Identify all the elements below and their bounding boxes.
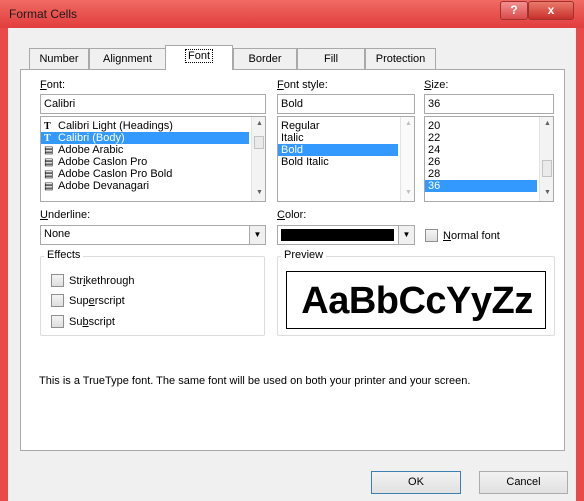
tab-font-label: Font bbox=[184, 49, 214, 63]
strikethrough-checkbox[interactable] bbox=[51, 274, 64, 287]
size-list-items: 20 22 24 26 28 36 bbox=[425, 117, 553, 192]
underline-label: Underline: bbox=[40, 209, 91, 221]
font-info-text: This is a TrueType font. The same font w… bbox=[39, 375, 471, 387]
chevron-down-icon[interactable]: ▼ bbox=[249, 226, 265, 244]
font-list-item[interactable]: T Calibri Light (Headings) bbox=[41, 120, 249, 132]
scroll-thumb[interactable] bbox=[254, 136, 264, 149]
help-button[interactable]: ? bbox=[500, 1, 528, 20]
size-list-item[interactable]: 22 bbox=[425, 132, 537, 144]
font-name-input[interactable]: Calibri bbox=[40, 94, 266, 114]
chevron-down-icon[interactable]: ▼ bbox=[398, 226, 414, 244]
size-input[interactable]: 36 bbox=[424, 94, 554, 114]
font-list-item-label: Adobe Caslon Pro bbox=[58, 156, 148, 168]
normal-font-label: Normal font bbox=[443, 230, 500, 242]
scroll-thumb[interactable] bbox=[542, 160, 552, 177]
normal-font-checkbox[interactable] bbox=[425, 229, 438, 242]
strikethrough-label: Strikethrough bbox=[69, 275, 135, 287]
font-list-item-label: Adobe Caslon Pro Bold bbox=[58, 168, 173, 180]
size-label-rest: ize: bbox=[431, 79, 449, 91]
font-list-scrollbar[interactable]: ▲ ▼ bbox=[251, 117, 265, 201]
title-bar[interactable]: Format Cells ? x bbox=[0, 0, 584, 28]
preview-box: AaBbCcYyZz bbox=[286, 271, 546, 329]
font-list-item[interactable]: ▤ Adobe Caslon Pro bbox=[41, 156, 249, 168]
subscript-label: Subscript bbox=[69, 316, 115, 328]
close-button[interactable]: x bbox=[528, 1, 574, 20]
superscript-checkbox[interactable] bbox=[51, 294, 64, 307]
size-label: Size: bbox=[424, 79, 449, 91]
underline-value: None bbox=[44, 228, 71, 240]
font-list-item-label: Calibri Light (Headings) bbox=[58, 120, 173, 132]
font-list-item[interactable]: ▤ Adobe Devanagari bbox=[41, 180, 249, 192]
tab-alignment[interactable]: Alignment bbox=[89, 48, 166, 69]
font-list-item-label: Adobe Arabic bbox=[58, 144, 124, 156]
scroll-up-icon[interactable]: ▲ bbox=[401, 120, 414, 127]
font-style-input[interactable]: Bold bbox=[277, 94, 415, 114]
printer-font-icon: ▤ bbox=[44, 181, 54, 192]
font-style-item[interactable]: Bold Italic bbox=[278, 156, 398, 168]
normal-font-label-rest: ormal font bbox=[450, 230, 500, 242]
size-list-scrollbar[interactable]: ▲ ▼ bbox=[539, 117, 553, 201]
font-label: Font: bbox=[40, 79, 66, 91]
tab-protection[interactable]: Protection bbox=[365, 48, 436, 69]
ok-button[interactable]: OK bbox=[371, 471, 461, 494]
font-list-item[interactable]: ▤ Adobe Arabic bbox=[41, 144, 249, 156]
underline-label-rest: nderline: bbox=[47, 209, 91, 221]
font-style-list[interactable]: Regular Italic Bold Bold Italic ▲ ▼ bbox=[277, 116, 415, 202]
size-list-item[interactable]: 24 bbox=[425, 144, 537, 156]
window-title: Format Cells bbox=[9, 7, 78, 21]
font-list-item[interactable]: ▤ Adobe Caslon Pro Bold bbox=[41, 168, 249, 180]
size-list[interactable]: 20 22 24 26 28 36 ▲ ▼ bbox=[424, 116, 554, 202]
font-style-list-items: Regular Italic Bold Bold Italic bbox=[278, 117, 414, 168]
font-style-scrollbar[interactable]: ▲ ▼ bbox=[400, 117, 414, 201]
scroll-down-icon[interactable]: ▼ bbox=[401, 189, 414, 196]
tab-border[interactable]: Border bbox=[233, 48, 297, 69]
font-style-item[interactable]: Regular bbox=[278, 120, 398, 132]
tab-fill[interactable]: Fill bbox=[297, 48, 365, 69]
font-list-item-label: Calibri (Body) bbox=[58, 132, 125, 144]
preview-sample-text: AaBbCcYyZz bbox=[301, 280, 533, 322]
scroll-up-icon[interactable]: ▲ bbox=[540, 120, 553, 127]
font-list-item[interactable]: T Calibri (Body) bbox=[41, 132, 249, 144]
font-list-item-label: Adobe Devanagari bbox=[58, 180, 150, 192]
font-style-label-rest: ont style: bbox=[283, 79, 328, 91]
preview-legend: Preview bbox=[281, 249, 327, 261]
color-label-rest: olor: bbox=[284, 209, 307, 221]
size-list-item[interactable]: 26 bbox=[425, 156, 537, 168]
font-style-item[interactable]: Bold bbox=[278, 144, 398, 156]
font-style-item[interactable]: Italic bbox=[278, 132, 398, 144]
underline-select[interactable]: None ▼ bbox=[40, 225, 266, 245]
dialog-body: Number Alignment Font Border Fill Protec… bbox=[8, 28, 576, 501]
size-list-item[interactable]: 28 bbox=[425, 168, 537, 180]
scroll-down-icon[interactable]: ▼ bbox=[540, 189, 553, 196]
font-list-items: T Calibri Light (Headings) T Calibri (Body)… bbox=[41, 117, 265, 192]
size-list-item[interactable]: 20 bbox=[425, 120, 537, 132]
font-style-label: Font style: bbox=[277, 79, 328, 91]
color-picker[interactable]: ▼ bbox=[277, 225, 415, 245]
tab-font[interactable]: Font bbox=[165, 45, 233, 70]
font-label-rest: ont: bbox=[46, 79, 66, 91]
color-label: Color: bbox=[277, 209, 307, 221]
effects-legend: Effects bbox=[44, 249, 84, 261]
tab-number[interactable]: Number bbox=[29, 48, 89, 69]
font-list[interactable]: T Calibri Light (Headings) T Calibri (Body)… bbox=[40, 116, 266, 202]
subscript-checkbox[interactable] bbox=[51, 315, 64, 328]
superscript-label: Superscript bbox=[69, 295, 125, 307]
scroll-down-icon[interactable]: ▼ bbox=[252, 189, 265, 196]
cancel-button[interactable]: Cancel bbox=[479, 471, 568, 494]
color-swatch bbox=[281, 229, 394, 241]
scroll-up-icon[interactable]: ▲ bbox=[252, 120, 265, 127]
size-list-item[interactable]: 36 bbox=[425, 180, 537, 192]
